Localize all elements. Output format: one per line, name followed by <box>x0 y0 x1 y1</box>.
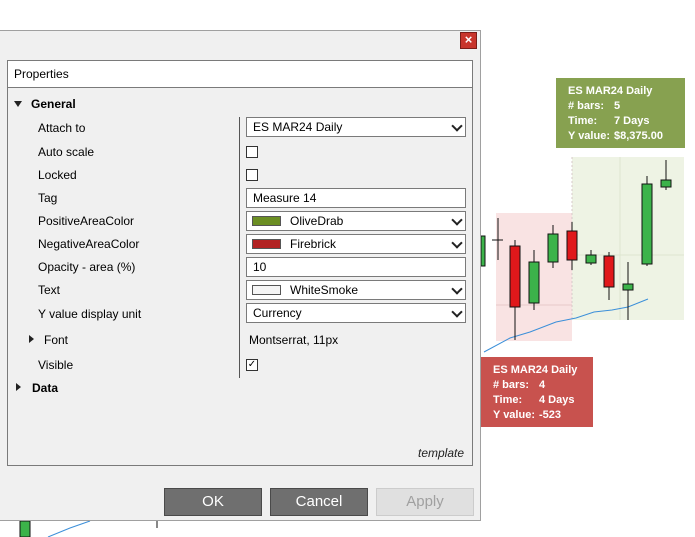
candle <box>641 176 653 266</box>
positive-color-dropdown[interactable]: OliveDrab <box>246 211 466 231</box>
candle <box>480 235 486 267</box>
check-icon: ✓ <box>247 359 257 370</box>
locked-checkbox[interactable] <box>246 169 258 181</box>
info-box-value: 7 Days <box>614 115 650 127</box>
cancel-button[interactable]: Cancel <box>270 488 368 516</box>
info-box-key: Time: <box>568 115 598 127</box>
chevron-down-icon <box>451 237 463 249</box>
info-box-value: 4 Days <box>539 394 575 406</box>
opacity-value: 10 <box>253 260 267 274</box>
category-data[interactable]: Data <box>32 381 58 395</box>
chevron-down-icon <box>451 120 463 132</box>
property-label-font: Font <box>44 333 69 347</box>
candle <box>19 520 31 537</box>
property-label-negative-area-color: NegativeAreaColor <box>38 237 140 251</box>
info-box-value: 4 <box>539 379 546 391</box>
property-label-visible: Visible <box>38 358 74 372</box>
info-box-key: Y value: <box>493 409 535 421</box>
expand-down-icon[interactable] <box>14 101 22 107</box>
property-label-tag: Tag <box>38 191 58 205</box>
visible-checkbox[interactable]: ✓ <box>246 359 258 371</box>
apply-button[interactable]: Apply <box>376 488 474 516</box>
info-box-key: Time: <box>493 394 523 406</box>
expand-right-icon[interactable] <box>29 335 34 343</box>
property-label-opacity: Opacity - area (%) <box>38 260 136 274</box>
auto-scale-checkbox[interactable] <box>246 146 258 158</box>
info-box-title: ES MAR24 Daily <box>493 364 578 376</box>
opacity-input[interactable]: 10 <box>246 257 466 277</box>
negative-color-dropdown[interactable]: Firebrick <box>246 234 466 254</box>
ok-button[interactable]: OK <box>164 488 262 516</box>
property-label-text: Text <box>38 283 61 297</box>
close-button[interactable]: × <box>460 32 477 49</box>
negative-measure-info-box: ES MAR24 Daily # bars: 4 Time: 4 Days Y va… <box>481 357 593 427</box>
info-box-key: Y value: <box>568 130 610 142</box>
positive-color-name: OliveDrab <box>290 214 344 228</box>
property-label-y-value-display-unit: Y value display unit <box>38 307 142 321</box>
info-box-value: -523 <box>539 409 562 421</box>
chevron-down-icon <box>451 283 463 295</box>
info-box-title: ES MAR24 Daily <box>568 85 653 97</box>
positive-measure-info-box: ES MAR24 Daily # bars: 5 Time: 7 Days Y va… <box>556 78 685 148</box>
template-label: template <box>418 446 465 460</box>
color-swatch <box>252 239 281 249</box>
font-value[interactable]: Montserrat, 11px <box>249 333 338 347</box>
property-label-positive-area-color: PositiveAreaColor <box>38 214 135 228</box>
color-swatch <box>252 216 281 226</box>
property-label-auto-scale: Auto scale <box>38 145 95 159</box>
property-label-attach-to: Attach to <box>38 121 86 135</box>
property-label-locked: Locked <box>38 168 77 182</box>
tag-input[interactable]: Measure 14 <box>246 188 466 208</box>
chevron-down-icon <box>451 306 463 318</box>
close-icon: × <box>464 32 473 47</box>
column-divider[interactable] <box>239 117 240 378</box>
text-color-dropdown[interactable]: WhiteSmoke <box>246 280 466 300</box>
attach-to-dropdown[interactable]: ES MAR24 Daily <box>246 117 466 137</box>
info-box-key: # bars: <box>568 100 605 112</box>
attach-to-value: ES MAR24 Daily <box>253 120 343 134</box>
y-display-unit-value: Currency <box>253 306 302 320</box>
y-display-unit-dropdown[interactable]: Currency <box>246 303 466 323</box>
expand-right-icon[interactable] <box>16 383 21 391</box>
color-swatch <box>252 285 281 295</box>
text-color-name: WhiteSmoke <box>290 283 359 297</box>
panel-title: Properties <box>8 61 472 88</box>
info-box-value: $8,375.00 <box>614 130 663 142</box>
moving-average-line-bottom <box>47 520 91 537</box>
chevron-down-icon <box>451 214 463 226</box>
negative-color-name: Firebrick <box>290 237 337 251</box>
category-general[interactable]: General <box>31 97 76 111</box>
info-box-key: # bars: <box>493 379 530 391</box>
info-box-value: 5 <box>614 100 621 112</box>
tag-value: Measure 14 <box>253 191 317 205</box>
